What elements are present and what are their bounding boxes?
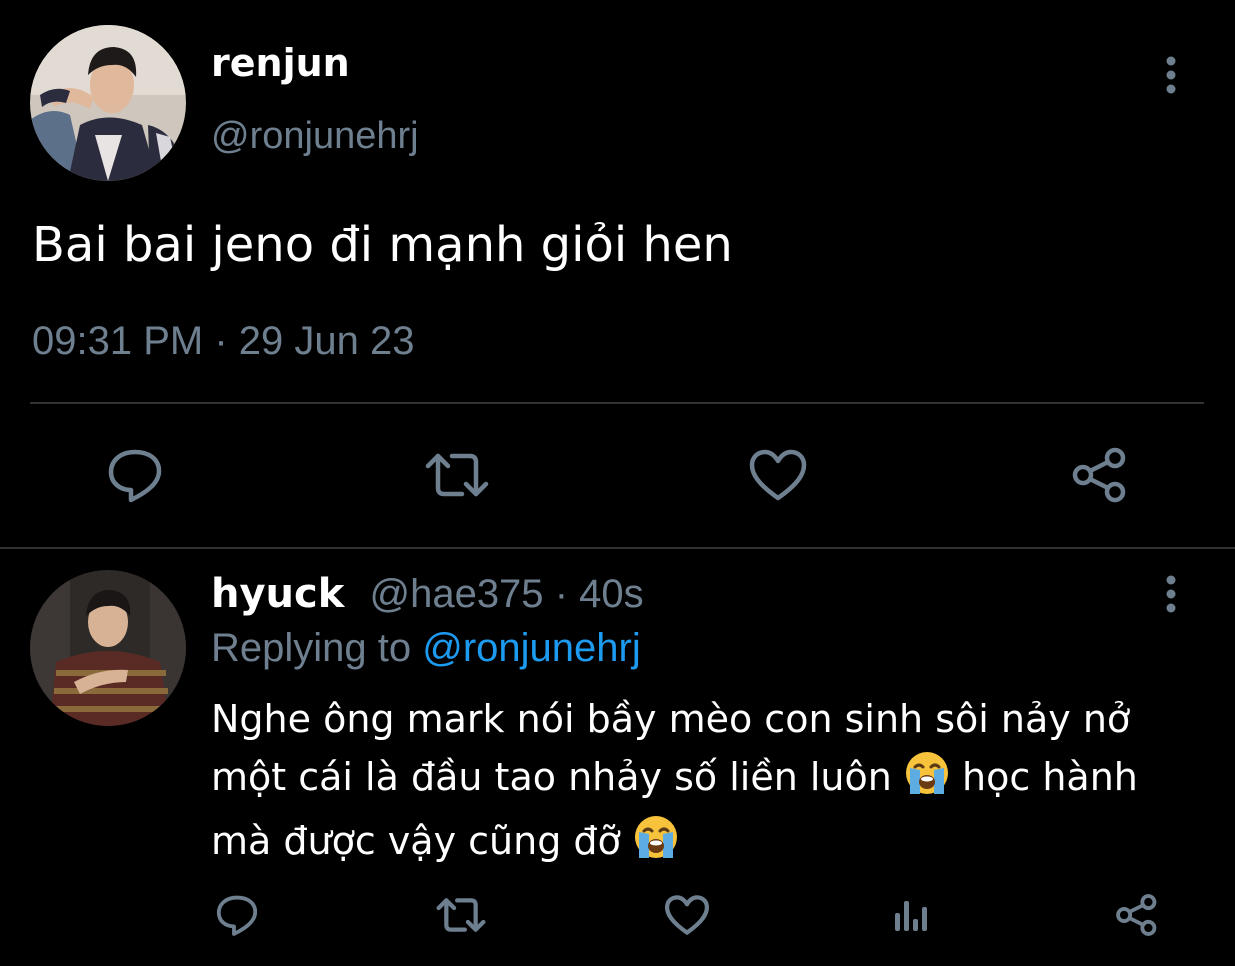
tweet-timestamp: 09:31 PM · 29 Jun 23	[32, 319, 415, 363]
tweet-text-line: Nghe ông mark nói bầy mèo con sinh sôi n…	[211, 697, 1131, 741]
author-name[interactable]: hyuck	[211, 571, 344, 617]
tweet-text-segment: một cái là đầu tao nhảy số liền luôn	[211, 755, 892, 799]
replying-handle-link[interactable]: @ronjunehrj	[422, 626, 641, 670]
tweet-text-segment: mà được vậy cũng đỡ	[211, 819, 621, 863]
crying-face-icon	[633, 814, 679, 876]
tweet-text-segment: học hành	[962, 755, 1138, 799]
like-icon[interactable]	[660, 890, 714, 940]
divider	[30, 402, 1204, 404]
share-icon[interactable]	[1066, 443, 1134, 507]
author-name[interactable]: renjun	[211, 40, 350, 86]
avatar[interactable]	[30, 25, 186, 181]
reply-icon[interactable]	[100, 443, 170, 507]
crying-face-icon	[904, 750, 950, 812]
retweet-icon[interactable]	[420, 443, 494, 507]
like-icon[interactable]	[744, 443, 812, 507]
divider	[0, 547, 1235, 549]
retweet-icon[interactable]	[432, 890, 490, 940]
author-handle[interactable]: @ronjunehrj	[211, 113, 419, 159]
tweet-text: Bai bai jeno đi mạnh giỏi hen	[32, 217, 733, 273]
reply-icon[interactable]	[210, 890, 264, 940]
replying-to: Replying to @ronjunehrj	[211, 623, 641, 673]
tweet-text-line: một cái là đầu tao nhảy số liền luôn học…	[211, 748, 1138, 812]
more-vertical-icon[interactable]	[1156, 54, 1186, 96]
replying-label: Replying to	[211, 626, 412, 670]
share-icon[interactable]	[1110, 890, 1164, 940]
more-vertical-icon[interactable]	[1156, 573, 1186, 615]
avatar[interactable]	[30, 570, 186, 726]
author-handle[interactable]: @hae375	[369, 572, 543, 616]
reply-header: hyuck @hae375 · 40s	[211, 569, 644, 619]
tweet-text: Nghe ông mark nói bầy mèo con sinh sôi n…	[211, 690, 1138, 876]
analytics-icon[interactable]	[886, 890, 936, 940]
tweet-text-line: mà được vậy cũng đỡ	[211, 812, 1138, 876]
time-ago: · 40s	[554, 572, 644, 616]
